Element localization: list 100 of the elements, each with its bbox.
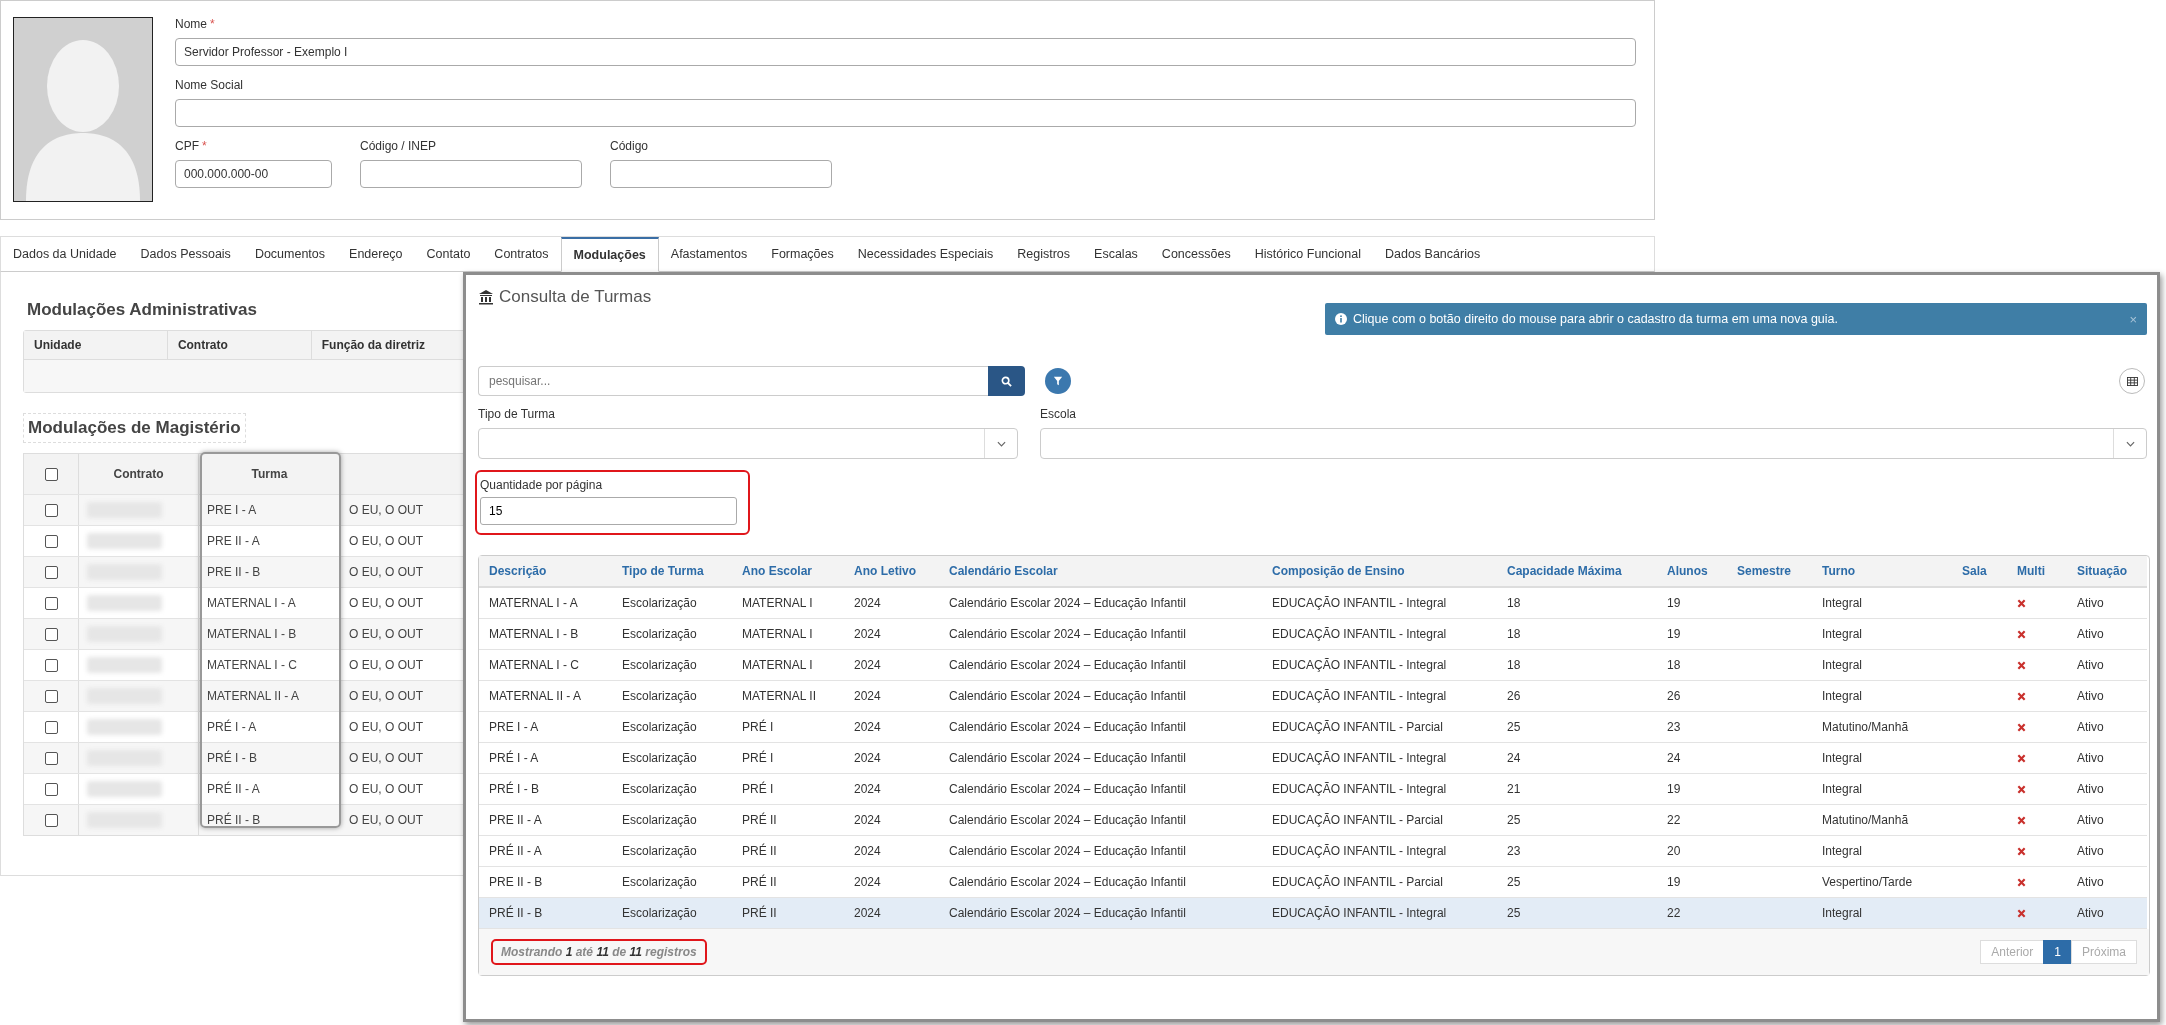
column-header[interactable]: Descrição	[479, 556, 612, 587]
checkbox[interactable]	[44, 627, 58, 641]
table-cell: EDUCAÇÃO INFANTIL - Integral	[1262, 618, 1497, 650]
table-cell: Escolarização	[612, 618, 732, 650]
tab[interactable]: Contratos	[482, 237, 561, 271]
tab[interactable]: Documentos	[242, 237, 338, 271]
table-cell: Calendário Escolar 2024 – Educação Infantil	[939, 587, 1262, 619]
table-cell: 21	[1497, 773, 1657, 805]
column-header[interactable]: Situação	[2067, 556, 2147, 587]
field-label: Quantidade por página	[480, 478, 604, 492]
search-icon	[1001, 375, 1012, 387]
table-cell: 25	[1497, 897, 1657, 929]
table-row[interactable]: PRE I - A Escolarização PRÉ I 2024 Calendário Escolar 2024 – Educação Infantil EDUCAÇÃO INFANTIL - Parcial 25 23 Matutino/Manhã Ativo	[479, 711, 2147, 743]
table-cell: EDUCAÇÃO INFANTIL - Integral	[1262, 587, 1497, 619]
table-row[interactable]: PRÉ II - A Escolarização PRÉ II 2024 Calendário Escolar 2024 – Educação Infantil EDUCAÇÃO INFANTIL - Integral 23 20 Integral Ativo	[479, 835, 2147, 867]
table-cell: Ativo	[2067, 711, 2147, 743]
text-field[interactable]: 000.000.000-00	[175, 160, 332, 188]
text-field[interactable]: Servidor Professor - Exemplo I	[175, 38, 1636, 66]
tab[interactable]: Dados Bancários	[1372, 237, 1493, 271]
search-button[interactable]	[988, 366, 1025, 396]
checkbox[interactable]	[44, 503, 58, 517]
column-header[interactable]: Sala	[1952, 556, 2007, 587]
table-cell: PRE I - A	[479, 711, 612, 743]
checkbox[interactable]	[44, 596, 58, 610]
text-field[interactable]	[610, 160, 832, 188]
table-row[interactable]: PRÉ I - B Escolarização PRÉ I 2024 Calendário Escolar 2024 – Educação Infantil EDUCAÇÃO INFANTIL - Integral 21 19 Integral Ativo	[479, 773, 2147, 805]
checkbox[interactable]	[44, 467, 58, 481]
tab[interactable]: Dados Pessoais	[128, 237, 243, 271]
checkbox[interactable]	[44, 751, 58, 765]
table-cell: 2024	[844, 742, 939, 774]
column-header[interactable]: Multi	[2007, 556, 2067, 587]
table-cell: PRÉ II	[732, 804, 844, 836]
tab[interactable]: Escalas	[1082, 237, 1150, 271]
columns-button[interactable]	[2119, 368, 2145, 394]
table-cell: Escolarização	[612, 897, 732, 929]
table-cell: Integral	[1812, 649, 1952, 681]
column-header[interactable]: Calendário Escolar	[939, 556, 1262, 587]
column-header[interactable]: Composição de Ensino	[1262, 556, 1497, 587]
table-row[interactable]: MATERNAL I - A Escolarização MATERNAL I 2024 Calendário Escolar 2024 – Educação Infantil EDUCAÇÃO INFANTIL - Integral 18 19 Integral Ativo	[479, 587, 2147, 619]
required-mark: *	[210, 17, 215, 31]
column-header[interactable]: Tipo de Turma	[612, 556, 732, 587]
table-row[interactable]: PRÉ II - B Escolarização PRÉ II 2024 Calendário Escolar 2024 – Educação Infantil EDUCAÇÃO INFANTIL - Integral 25 22 Integral Ativo	[479, 897, 2147, 929]
checkbox[interactable]	[44, 720, 58, 734]
column-header[interactable]: Turno	[1812, 556, 1952, 587]
column-header[interactable]: Capacidade Máxima	[1497, 556, 1657, 587]
table-row[interactable]: PRÉ I - A Escolarização PRÉ I 2024 Calendário Escolar 2024 – Educação Infantil EDUCAÇÃO INFANTIL - Integral 24 24 Integral Ativo	[479, 742, 2147, 774]
tab[interactable]: Dados da Unidade	[1, 237, 129, 271]
column-header[interactable]: Ano Letivo	[844, 556, 939, 587]
pagination-button[interactable]: 1	[2043, 940, 2072, 964]
table-cell-text: O EU, O OUT	[348, 626, 424, 643]
checkbox[interactable]	[44, 689, 58, 703]
table-row[interactable]: MATERNAL II - A Escolarização MATERNAL II 2024 Calendário Escolar 2024 – Educação Infantil EDUCAÇÃO INFANTIL - Integral 26 26 Integral Ativo	[479, 680, 2147, 712]
table-cell: 23	[1497, 835, 1657, 867]
records-summary: Mostrando 1 até 11 de 11 registros	[501, 945, 697, 959]
tab[interactable]: Necessidades Especiais	[845, 237, 1006, 271]
table-cell: PRÉ I	[732, 773, 844, 805]
search-field[interactable]: pesquisar...	[478, 366, 988, 396]
table-cell: PRÉ I - B	[479, 773, 612, 805]
table-cell: 2024	[844, 711, 939, 743]
checkbox[interactable]	[44, 565, 58, 579]
table-row[interactable]: PRE II - B Escolarização PRÉ II 2024 Calendário Escolar 2024 – Educação Infantil EDUCAÇÃO INFANTIL - Parcial 25 19 Vespertino/Tarde Ativo	[479, 866, 2147, 898]
table-cell-text: MATERNAL I - B	[206, 626, 298, 643]
checkbox[interactable]	[44, 534, 58, 548]
table-cell-text: MATERNAL I - C	[206, 657, 298, 674]
table-row[interactable]: PRE II - A Escolarização PRÉ II 2024 Calendário Escolar 2024 – Educação Infantil EDUCAÇÃO INFANTIL - Parcial 25 22 Matutino/Manhã Ativo	[479, 804, 2147, 836]
tab[interactable]: Contato	[414, 237, 483, 271]
column-header: Turma	[250, 466, 289, 483]
table-cell: 25	[1497, 866, 1657, 898]
tab[interactable]: Histórico Funcional	[1242, 237, 1373, 271]
tab[interactable]: Afastamentos	[658, 237, 760, 271]
dialog-title: Consulta de Turmas	[499, 287, 652, 307]
table-row[interactable]: MATERNAL I - B Escolarização MATERNAL I 2024 Calendário Escolar 2024 – Educação Infantil EDUCAÇÃO INFANTIL - Integral 18 19 Integral Ativo	[479, 618, 2147, 650]
checkbox[interactable]	[44, 813, 58, 827]
tab[interactable]: Concessões	[1149, 237, 1243, 271]
checkbox[interactable]	[44, 782, 58, 796]
section-title: Modulações Administrativas	[26, 299, 258, 321]
table-cell: Ativo	[2067, 835, 2147, 867]
table-cell: 2024	[844, 587, 939, 619]
table-cell: 2024	[844, 804, 939, 836]
text-field[interactable]	[360, 160, 582, 188]
table-cell: Calendário Escolar 2024 – Educação Infantil	[939, 618, 1262, 650]
column-header[interactable]: Ano Escolar	[732, 556, 844, 587]
checkbox[interactable]	[44, 658, 58, 672]
bank-icon	[478, 289, 494, 305]
table-row[interactable]: MATERNAL I - C Escolarização MATERNAL I 2024 Calendário Escolar 2024 – Educação Infantil EDUCAÇÃO INFANTIL - Integral 18 18 Integral Ativo	[479, 649, 2147, 681]
column-header[interactable]: Alunos	[1657, 556, 1727, 587]
text-field[interactable]	[175, 99, 1636, 127]
tab[interactable]: Modulações	[560, 237, 659, 272]
table-cell: MATERNAL I	[732, 649, 844, 681]
filter-button[interactable]	[1045, 368, 1071, 394]
table-cell-text: O EU, O OUT	[348, 812, 424, 829]
table-cell: Ativo	[2067, 804, 2147, 836]
tab[interactable]: Formações	[759, 237, 846, 271]
column-header[interactable]: Semestre	[1727, 556, 1812, 587]
tab[interactable]: Registros	[1005, 237, 1083, 271]
table-cell: 2024	[844, 618, 939, 650]
table-cell: 2024	[844, 680, 939, 712]
field-label: Código	[610, 139, 649, 153]
tab[interactable]: Endereço	[337, 237, 415, 271]
number-field[interactable]: 15	[480, 497, 737, 525]
